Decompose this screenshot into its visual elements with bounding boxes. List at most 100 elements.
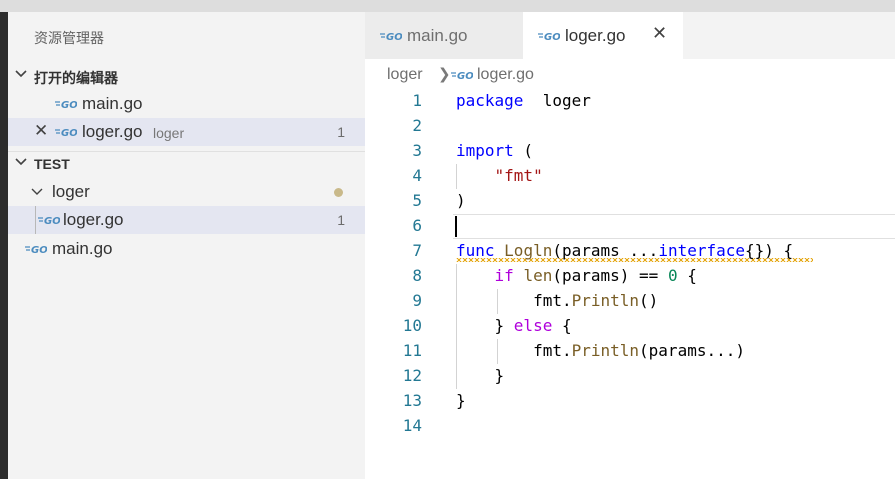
go-file-icon: GO — [55, 128, 77, 137]
code-line[interactable]: 13} — [365, 389, 895, 414]
file-name: loger.go — [82, 122, 143, 141]
line-number: 11 — [402, 341, 422, 360]
code-token: (params) == — [552, 266, 668, 285]
code-token: { — [677, 266, 697, 285]
code-line[interactable]: 12 } — [365, 364, 895, 389]
folder-item-loger[interactable]: loger — [8, 178, 365, 206]
open-editors-header[interactable]: 打开的编辑器 — [8, 64, 365, 90]
breadcrumb-folder[interactable]: loger — [387, 66, 423, 84]
svg-text:GO: GO — [31, 245, 47, 254]
file-item-loger[interactable]: GO loger.go 1 — [8, 206, 365, 234]
code-text: func Logln(params ...interface{}) { — [456, 241, 793, 260]
line-number: 2 — [412, 116, 422, 135]
chevron-down-icon — [15, 70, 27, 78]
code-token: loger — [523, 91, 591, 110]
chevron-down-icon — [31, 188, 43, 195]
code-token: {}) { — [745, 241, 794, 260]
go-file-icon: GO — [55, 100, 77, 109]
code-token: Println — [571, 341, 640, 360]
code-text: package loger — [456, 91, 591, 110]
code-token: func — [456, 241, 495, 260]
close-icon[interactable]: ✕ — [652, 23, 667, 44]
tab-loger-go[interactable]: GO loger.go ✕ — [523, 12, 683, 59]
close-icon[interactable]: ✕ — [34, 121, 48, 141]
go-file-icon: GO — [380, 32, 402, 41]
open-editors-label: 打开的编辑器 — [34, 70, 118, 86]
go-file-icon: GO — [25, 245, 47, 254]
code-token: ( — [513, 141, 534, 160]
code-text: } — [456, 391, 466, 410]
code-text: } else { — [456, 316, 572, 335]
code-line[interactable]: 3 import ( — [365, 139, 895, 164]
code-text: import ( — [456, 141, 533, 160]
workspace-label: TEST — [34, 156, 70, 172]
problem-count-badge: 1 — [337, 124, 345, 140]
code-line[interactable]: 10 } else { — [365, 314, 895, 339]
code-text: ) — [456, 191, 466, 210]
code-line[interactable]: 4 "fmt" — [365, 164, 895, 189]
code-text: if len(params) == 0 { — [456, 266, 697, 285]
code-token: interface — [658, 241, 746, 260]
folder-name: loger — [52, 182, 90, 201]
modified-dot-icon — [334, 188, 343, 197]
code-line[interactable]: 14 — [365, 414, 895, 439]
explorer-sidebar: 资源管理器 打开的编辑器 GO main.go ✕ GO loger.go lo… — [8, 12, 365, 479]
tab-main-go[interactable]: GO main.go — [365, 12, 523, 59]
line-number: 8 — [412, 266, 422, 285]
code-token: } — [456, 391, 466, 410]
svg-text:GO: GO — [544, 32, 560, 41]
code-token: fmt. — [456, 291, 572, 310]
editor-tabs: GO main.go GO loger.go ✕ — [365, 12, 895, 59]
breadcrumb: loger ❯ GO loger.go — [365, 59, 895, 89]
code-line[interactable]: 9 fmt.Println() — [365, 289, 895, 314]
code-token: if — [494, 266, 514, 285]
file-item-main[interactable]: GO main.go — [8, 235, 365, 263]
code-token: } — [456, 316, 514, 335]
code-line[interactable]: 8 if len(params) == 0 { — [365, 264, 895, 289]
line-number: 9 — [412, 291, 422, 310]
tab-label: loger.go — [565, 26, 626, 45]
open-editor-item-loger[interactable]: ✕ GO loger.go loger 1 — [8, 118, 365, 146]
line-number: 3 — [412, 141, 422, 160]
line-number: 13 — [402, 391, 422, 410]
code-text: fmt.Println(params...) — [456, 341, 745, 360]
code-token: fmt. — [456, 341, 572, 360]
code-line[interactable]: 7 func Logln(params ...interface{}) { — [365, 239, 895, 264]
code-line[interactable]: 5) — [365, 189, 895, 214]
file-name: main.go — [52, 239, 113, 258]
code-text: } — [456, 366, 505, 385]
code-token: () — [639, 291, 659, 310]
menu-bar — [0, 0, 895, 12]
code-token: (params...) — [639, 341, 745, 360]
code-text: "fmt" — [456, 166, 543, 185]
line-number: 1 — [412, 91, 422, 110]
breadcrumb-file[interactable]: loger.go — [477, 66, 534, 84]
line-number: 6 — [412, 216, 422, 235]
code-editor[interactable]: 1 package loger 2 3 import (4 "fmt" 5) 6 7 func … — [365, 89, 895, 479]
code-token: 0 — [667, 266, 678, 285]
code-token: Println — [571, 291, 640, 310]
go-file-icon: GO — [451, 71, 473, 80]
code-line[interactable]: 6 — [365, 214, 895, 239]
code-token: "fmt" — [494, 166, 543, 185]
chevron-down-icon — [15, 158, 27, 166]
code-token: import — [456, 141, 514, 160]
line-number: 10 — [402, 316, 422, 335]
code-line[interactable]: 2 — [365, 114, 895, 139]
line-number: 12 — [402, 366, 422, 385]
code-text: fmt.Println() — [456, 291, 658, 310]
workspace-header[interactable]: TEST — [8, 151, 365, 177]
line-number: 14 — [402, 416, 422, 435]
code-token: else — [513, 316, 553, 335]
tab-label: main.go — [407, 26, 468, 45]
open-editor-item-main[interactable]: GO main.go — [8, 90, 365, 118]
svg-text:GO: GO — [61, 100, 77, 109]
code-line[interactable]: 11 fmt.Println(params...) — [365, 339, 895, 364]
file-name: main.go — [82, 94, 143, 113]
code-line[interactable]: 1 package loger — [365, 89, 895, 114]
svg-text:GO: GO — [61, 128, 77, 137]
